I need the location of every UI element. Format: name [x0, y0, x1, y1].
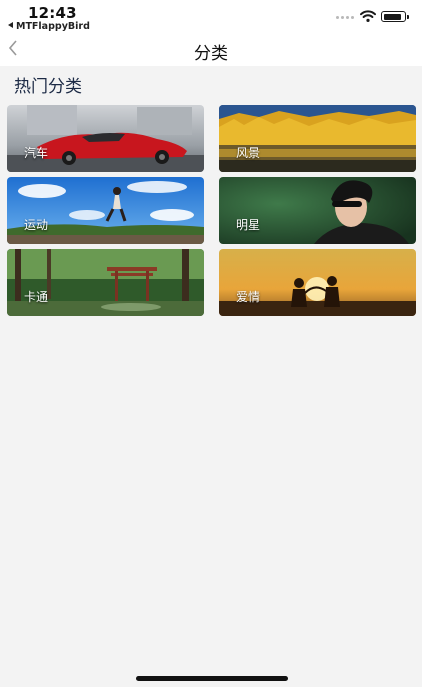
autumn-lake-landscape-image	[219, 105, 416, 172]
category-label: 风景	[236, 146, 261, 160]
anime-forest-shrine-image	[7, 249, 204, 316]
back-triangle-icon	[8, 22, 13, 28]
category-tile-scenery[interactable]: 风景	[219, 105, 416, 172]
battery-icon	[381, 11, 409, 22]
red-sports-car-image	[7, 105, 204, 172]
category-label: 卡通	[24, 290, 49, 304]
category-tile-love[interactable]: 爱情	[219, 249, 416, 316]
couple-silhouette-sunset-image	[219, 249, 416, 316]
category-tile-celebrity[interactable]: 明星	[219, 177, 416, 244]
page-title: 分类	[194, 44, 228, 64]
category-label: 爱情	[236, 290, 261, 304]
status-bar: 12:43 MTFlappyBird	[0, 0, 422, 34]
back-to-app-link[interactable]: MTFlappyBird	[8, 21, 90, 32]
wifi-icon	[360, 10, 376, 22]
back-to-app-label: MTFlappyBird	[16, 21, 90, 32]
category-tile-cartoon[interactable]: 卡通	[7, 249, 204, 316]
signal-dots-icon	[336, 16, 354, 19]
navigation-bar: 分类	[0, 34, 422, 66]
section-title: 热门分类	[14, 77, 82, 97]
category-label: 明星	[236, 218, 261, 232]
home-indicator	[136, 676, 288, 681]
category-tile-sports[interactable]: 运动	[7, 177, 204, 244]
category-grid: 汽车 风景 运动 明星 卡通 爱情	[7, 105, 416, 316]
category-tile-car[interactable]: 汽车	[7, 105, 204, 172]
category-label: 运动	[24, 218, 49, 232]
status-time: 12:43	[28, 4, 77, 22]
category-label: 汽车	[24, 146, 49, 160]
runner-under-blue-sky-image	[7, 177, 204, 244]
person-with-sunglasses-image	[219, 177, 416, 244]
